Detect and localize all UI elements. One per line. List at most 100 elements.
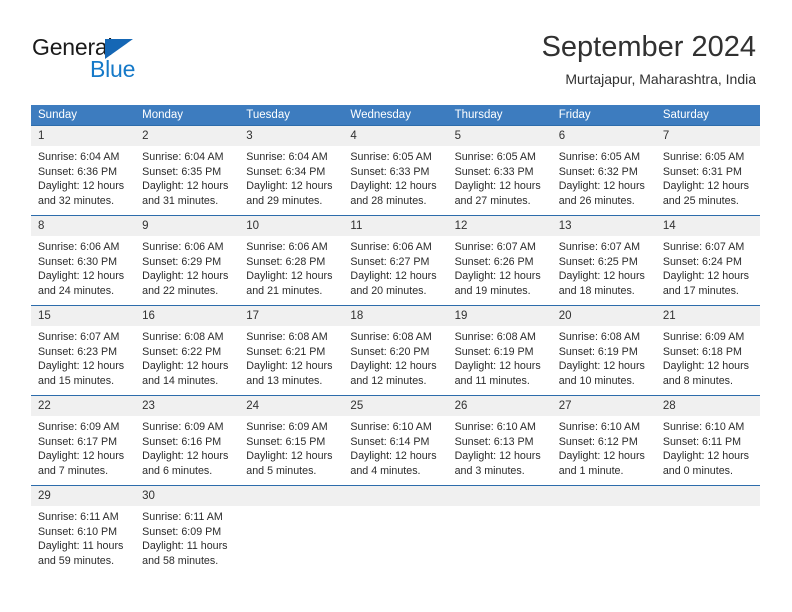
day-details: Sunrise: 6:05 AM Sunset: 6:31 PM Daylight:… — [656, 146, 760, 208]
calendar-day-cell[interactable]: 13 Sunrise: 6:07 AM Sunset: 6:25 PM Dayligh… — [551, 215, 656, 306]
calendar-day-cell[interactable]: 20 Sunrise: 6:08 AM Sunset: 6:19 PM Dayligh… — [551, 305, 656, 396]
sunset-time: Sunset: 6:25 PM — [558, 255, 638, 268]
calendar-header-row: Sunday Monday Tuesday Wednesday Thursday… — [31, 105, 760, 126]
daylight-duration-line2: and 0 minutes. — [662, 464, 733, 477]
calendar-day-cell[interactable]: 29 Sunrise: 6:11 AM Sunset: 6:10 PM Dayligh… — [31, 485, 136, 576]
day-number: 1 — [31, 126, 136, 146]
daylight-duration-line1: Daylight: 12 hours — [454, 360, 541, 373]
day-number — [343, 486, 448, 506]
day-number: 4 — [343, 126, 448, 146]
daylight-duration-line2: and 5 minutes. — [246, 464, 317, 477]
calendar-day-cell[interactable]: 10 Sunrise: 6:06 AM Sunset: 6:28 PM Dayligh… — [239, 215, 344, 306]
calendar-day-cell[interactable]: 4 Sunrise: 6:05 AM Sunset: 6:33 PM Daylight… — [343, 125, 448, 216]
sunrise-time: Sunrise: 6:10 AM — [454, 421, 536, 433]
calendar-day-cell[interactable]: 28 Sunrise: 6:10 AM Sunset: 6:11 PM Dayligh… — [655, 395, 760, 486]
day-number: 22 — [31, 396, 136, 416]
calendar-grid: Sunday Monday Tuesday Wednesday Thursday… — [31, 105, 760, 576]
calendar-day-cell[interactable]: 7 Sunrise: 6:05 AM Sunset: 6:31 PM Daylight… — [655, 125, 760, 216]
day-number: 7 — [655, 126, 760, 146]
day-details: Sunrise: 6:05 AM Sunset: 6:33 PM Daylight:… — [343, 146, 447, 208]
daylight-duration-line1: Daylight: 12 hours — [350, 180, 437, 193]
calendar-day-cell[interactable]: 24 Sunrise: 6:09 AM Sunset: 6:15 PM Dayligh… — [239, 395, 344, 486]
calendar-day-cell[interactable]: 25 Sunrise: 6:10 AM Sunset: 6:14 PM Dayligh… — [343, 395, 448, 486]
daylight-duration-line2: and 19 minutes. — [454, 284, 531, 297]
day-details: Sunrise: 6:08 AM Sunset: 6:19 PM Daylight:… — [448, 326, 552, 388]
calendar-day-cell[interactable]: 8 Sunrise: 6:06 AM Sunset: 6:30 PM Daylight… — [31, 215, 136, 306]
calendar-day-cell[interactable]: 15 Sunrise: 6:07 AM Sunset: 6:23 PM Dayligh… — [31, 305, 136, 396]
sunset-time: Sunset: 6:15 PM — [246, 435, 326, 448]
sunrise-time: Sunrise: 6:11 AM — [142, 511, 223, 523]
day-details: Sunrise: 6:07 AM Sunset: 6:25 PM Daylight:… — [552, 236, 656, 298]
sunrise-time: Sunrise: 6:04 AM — [246, 151, 328, 163]
calendar-day-cell[interactable]: 12 Sunrise: 6:07 AM Sunset: 6:26 PM Dayligh… — [447, 215, 552, 306]
daylight-duration-line1: Daylight: 12 hours — [246, 450, 333, 463]
calendar-day-cell[interactable]: 22 Sunrise: 6:09 AM Sunset: 6:17 PM Dayligh… — [31, 395, 136, 486]
daylight-duration-line2: and 6 minutes. — [142, 464, 213, 477]
weekday-header-monday: Monday — [135, 105, 240, 126]
calendar-day-cell[interactable]: 26 Sunrise: 6:10 AM Sunset: 6:13 PM Dayligh… — [447, 395, 552, 486]
calendar-day-cell[interactable]: 14 Sunrise: 6:07 AM Sunset: 6:24 PM Dayligh… — [655, 215, 760, 306]
sunrise-time: Sunrise: 6:07 AM — [454, 241, 536, 253]
calendar-empty-cell — [551, 485, 656, 576]
weekday-header-thursday: Thursday — [447, 105, 552, 126]
page-subtitle: Murtajapur, Maharashtra, India — [565, 71, 756, 87]
day-number: 6 — [551, 126, 656, 146]
calendar-day-cell[interactable]: 16 Sunrise: 6:08 AM Sunset: 6:22 PM Dayligh… — [135, 305, 240, 396]
calendar-week-row: 15 Sunrise: 6:07 AM Sunset: 6:23 PM Dayligh… — [31, 305, 760, 396]
sunset-time: Sunset: 6:21 PM — [246, 345, 326, 358]
sunset-time: Sunset: 6:19 PM — [454, 345, 534, 358]
sunrise-time: Sunrise: 6:04 AM — [38, 151, 120, 163]
day-number: 18 — [343, 306, 448, 326]
daylight-duration-line1: Daylight: 12 hours — [350, 360, 437, 373]
day-details: Sunrise: 6:07 AM Sunset: 6:26 PM Daylight:… — [448, 236, 552, 298]
daylight-duration-line2: and 59 minutes. — [38, 554, 115, 567]
day-details: Sunrise: 6:04 AM Sunset: 6:36 PM Daylight:… — [31, 146, 135, 208]
daylight-duration-line2: and 26 minutes. — [558, 194, 635, 207]
day-number: 20 — [551, 306, 656, 326]
calendar-day-cell[interactable]: 19 Sunrise: 6:08 AM Sunset: 6:19 PM Dayligh… — [447, 305, 552, 396]
day-number: 2 — [135, 126, 240, 146]
daylight-duration-line1: Daylight: 12 hours — [662, 180, 749, 193]
day-number: 3 — [239, 126, 344, 146]
sunrise-time: Sunrise: 6:10 AM — [662, 421, 745, 433]
sunset-time: Sunset: 6:13 PM — [454, 435, 534, 448]
calendar-day-cell[interactable]: 18 Sunrise: 6:08 AM Sunset: 6:20 PM Dayligh… — [343, 305, 448, 396]
calendar-day-cell[interactable]: 27 Sunrise: 6:10 AM Sunset: 6:12 PM Dayligh… — [551, 395, 656, 486]
calendar-day-cell[interactable]: 5 Sunrise: 6:05 AM Sunset: 6:33 PM Daylight… — [447, 125, 552, 216]
calendar-day-cell[interactable]: 9 Sunrise: 6:06 AM Sunset: 6:29 PM Daylight… — [135, 215, 240, 306]
daylight-duration-line1: Daylight: 12 hours — [142, 360, 229, 373]
calendar-day-cell[interactable]: 2 Sunrise: 6:04 AM Sunset: 6:35 PM Daylight… — [135, 125, 240, 216]
daylight-duration-line2: and 14 minutes. — [142, 374, 219, 387]
sunset-time: Sunset: 6:36 PM — [38, 165, 118, 178]
sunset-time: Sunset: 6:09 PM — [142, 525, 222, 538]
day-details: Sunrise: 6:11 AM Sunset: 6:10 PM Daylight:… — [31, 506, 135, 568]
calendar-day-cell[interactable]: 3 Sunrise: 6:04 AM Sunset: 6:34 PM Daylight… — [239, 125, 344, 216]
day-details: Sunrise: 6:05 AM Sunset: 6:32 PM Daylight:… — [552, 146, 656, 208]
calendar-day-cell[interactable]: 23 Sunrise: 6:09 AM Sunset: 6:16 PM Dayligh… — [135, 395, 240, 486]
sunset-time: Sunset: 6:22 PM — [142, 345, 222, 358]
sunrise-time: Sunrise: 6:05 AM — [662, 151, 745, 163]
daylight-duration-line2: and 18 minutes. — [558, 284, 635, 297]
daylight-duration-line2: and 13 minutes. — [246, 374, 323, 387]
calendar-day-cell[interactable]: 6 Sunrise: 6:05 AM Sunset: 6:32 PM Daylight… — [551, 125, 656, 216]
daylight-duration-line1: Daylight: 12 hours — [38, 450, 125, 463]
calendar-day-cell[interactable]: 1 Sunrise: 6:04 AM Sunset: 6:36 PM Daylight… — [31, 125, 136, 216]
daylight-duration-line2: and 25 minutes. — [662, 194, 739, 207]
sunrise-time: Sunrise: 6:07 AM — [558, 241, 641, 253]
day-number: 17 — [239, 306, 344, 326]
sunrise-time: Sunrise: 6:10 AM — [350, 421, 432, 433]
daylight-duration-line1: Daylight: 12 hours — [558, 360, 645, 373]
calendar-day-cell[interactable]: 21 Sunrise: 6:09 AM Sunset: 6:18 PM Dayligh… — [655, 305, 760, 396]
sunset-time: Sunset: 6:31 PM — [662, 165, 742, 178]
calendar-day-cell[interactable]: 17 Sunrise: 6:08 AM Sunset: 6:21 PM Dayligh… — [239, 305, 344, 396]
calendar-day-cell[interactable]: 30 Sunrise: 6:11 AM Sunset: 6:09 PM Dayligh… — [135, 485, 240, 576]
sunset-time: Sunset: 6:27 PM — [350, 255, 430, 268]
calendar-empty-cell — [447, 485, 552, 576]
calendar-body: 1 Sunrise: 6:04 AM Sunset: 6:36 PM Daylight… — [31, 125, 760, 576]
day-number: 29 — [31, 486, 136, 506]
sunrise-time: Sunrise: 6:06 AM — [142, 241, 224, 253]
daylight-duration-line2: and 3 minutes. — [454, 464, 525, 477]
daylight-duration-line1: Daylight: 12 hours — [558, 180, 645, 193]
calendar-day-cell[interactable]: 11 Sunrise: 6:06 AM Sunset: 6:27 PM Dayligh… — [343, 215, 448, 306]
brand-logo[interactable]: General Blue — [32, 34, 232, 86]
